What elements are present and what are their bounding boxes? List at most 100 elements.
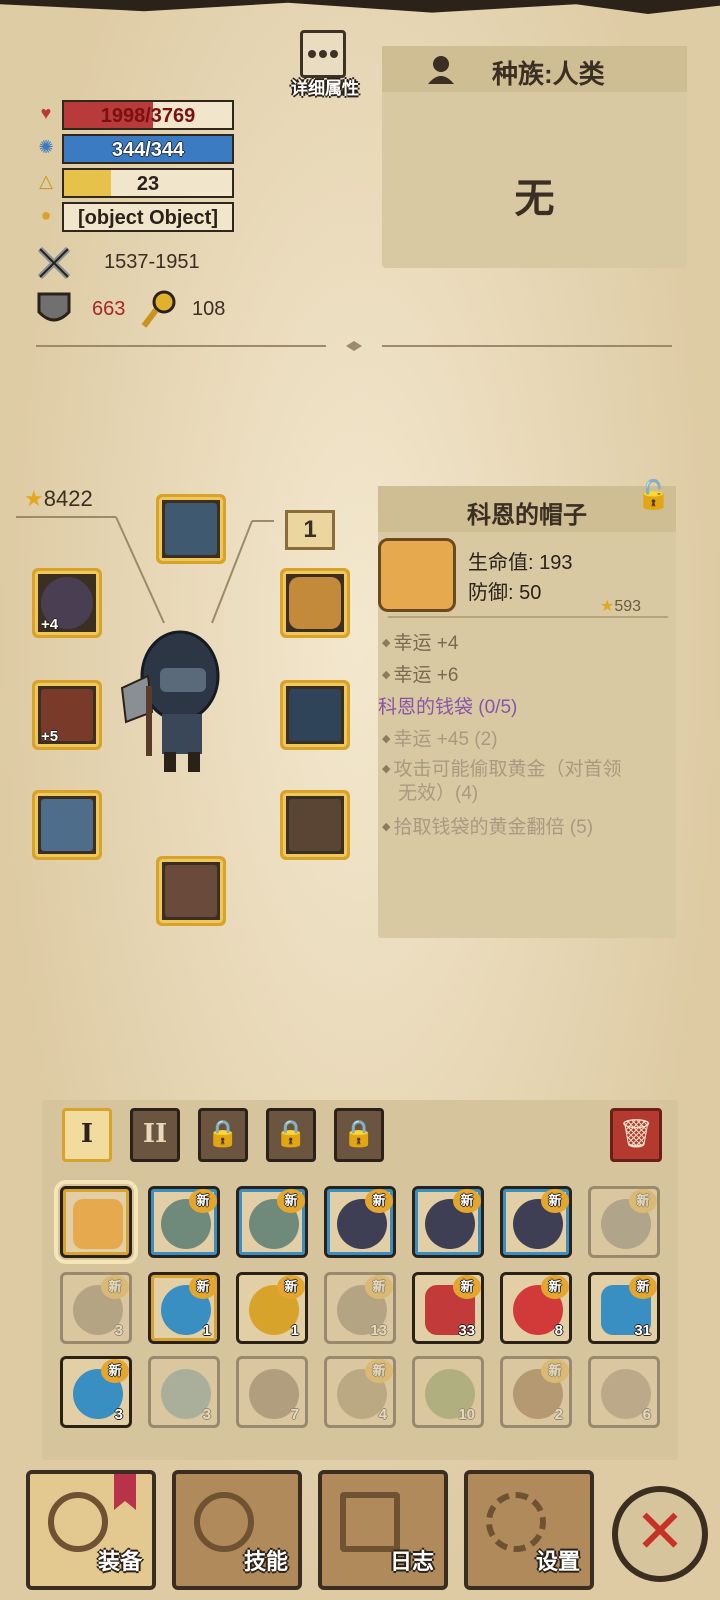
boots-slot[interactable] (156, 856, 226, 926)
item-separator (388, 616, 668, 618)
hp-stat: ♥ 1998/3769 (36, 100, 236, 130)
inventory-item[interactable]: 新 (500, 1186, 572, 1258)
item-count: 31 (634, 1322, 651, 1339)
item-defense: 防御: 50 (468, 582, 542, 604)
new-badge: 新 (453, 1189, 481, 1213)
inventory-item[interactable]: 新 1 (148, 1272, 220, 1344)
item-count: 8 (554, 1322, 563, 1339)
nav-log-label: 日志 (389, 1549, 434, 1574)
nav-settings[interactable]: 设置 (464, 1470, 594, 1590)
inventory-item[interactable]: 新 3 (60, 1272, 132, 1344)
inventory-item[interactable]: 新 33 (412, 1272, 484, 1344)
new-badge: 新 (365, 1189, 393, 1213)
trash-button[interactable]: 🗑 (610, 1108, 662, 1162)
inventory-item[interactable] (54, 1180, 138, 1264)
inventory-item[interactable]: 新 (412, 1186, 484, 1258)
item-count: 33 (458, 1322, 475, 1339)
inventory-item[interactable]: 10 (412, 1356, 484, 1428)
item-set-bonus: 攻击可能偷取黄金（对首领 (382, 754, 622, 781)
gold-box: [object Object] (62, 202, 234, 232)
new-badge: 新 (365, 1359, 393, 1383)
nav-skills-label: 技能 (243, 1549, 288, 1574)
nav-skills[interactable]: 技能 (172, 1470, 302, 1590)
mana-icon: ✺ (38, 137, 54, 157)
new-badge: 新 (541, 1359, 569, 1383)
cape-slot[interactable] (280, 680, 350, 750)
close-button[interactable]: ✕ (612, 1486, 708, 1582)
item-count: 1 (202, 1322, 211, 1339)
nav-log[interactable]: 日志 (318, 1470, 448, 1590)
mana-bar: 344/344 (62, 134, 234, 164)
glove-slot[interactable] (32, 790, 102, 860)
helmet-slot[interactable] (156, 494, 226, 564)
inventory-item[interactable]: 6 (588, 1356, 660, 1428)
skill-emblem-icon (194, 1492, 254, 1552)
nav-equipment[interactable]: 装备 (26, 1470, 156, 1590)
weapon-enhance-level: +5 (41, 728, 59, 745)
detail-attributes-button[interactable] (300, 30, 346, 78)
detail-attributes-label[interactable]: 详细属性 (270, 74, 380, 99)
item-count: 3 (202, 1406, 211, 1423)
new-badge: 新 (629, 1189, 657, 1213)
gold-coins-icon: ● (40, 205, 52, 225)
inventory-tab-2[interactable]: II (130, 1108, 180, 1162)
mana-stat: ✺ 344/344 (36, 134, 236, 164)
weapon-slot[interactable]: +5 (32, 680, 102, 750)
race-title: 种族:人类 (492, 59, 605, 89)
item-attr: 幸运 +4 (382, 628, 459, 655)
unlock-icon[interactable]: 🔓 (636, 478, 671, 511)
glove-icon (41, 799, 93, 851)
attack-stat: 1537-1951 (36, 245, 236, 281)
character-avatar[interactable] (118, 626, 238, 776)
close-icon: ✕ (634, 1498, 686, 1565)
inventory-tab-locked[interactable]: 🔒 (266, 1108, 316, 1162)
person-icon (428, 56, 454, 84)
inventory-tab-1[interactable]: I (62, 1108, 112, 1162)
level-bar: 23 (62, 168, 234, 198)
inventory-item[interactable]: 新 (324, 1186, 396, 1258)
trash-icon: 🗑 (618, 1118, 654, 1149)
item-score: ★593 (600, 596, 641, 616)
ring-slot[interactable]: +4 (32, 568, 102, 638)
inventory-item[interactable]: 3 (148, 1356, 220, 1428)
top-edge (0, 0, 720, 14)
inventory-item[interactable]: 新 8 (500, 1272, 572, 1344)
gold-stat: ● [object Object] (36, 202, 236, 232)
inventory-tab-locked[interactable]: 🔒 (334, 1108, 384, 1162)
inventory-item[interactable]: 新 (148, 1186, 220, 1258)
defense-stat: 663 108 (36, 290, 236, 330)
inventory-item[interactable]: 新 4 (324, 1356, 396, 1428)
belt-slot[interactable] (280, 790, 350, 860)
inventory-item[interactable]: 新 31 (588, 1272, 660, 1344)
item-set-name: 科恩的钱袋 (0/5) (378, 697, 518, 718)
new-badge: 新 (277, 1275, 305, 1299)
inventory-item[interactable]: 新 (236, 1186, 308, 1258)
boots-icon (165, 865, 217, 917)
race-panel: 种族:人类 无 (382, 46, 687, 268)
belt-icon (289, 799, 341, 851)
new-badge: 新 (101, 1359, 129, 1383)
inventory-item[interactable]: 新 (588, 1186, 660, 1258)
inventory-item[interactable]: 新 1 (236, 1272, 308, 1344)
item-count: 7 (290, 1406, 299, 1423)
hp-value: 1998/3769 (100, 105, 196, 127)
amulet-slot[interactable] (280, 568, 350, 638)
item-count: 6 (642, 1406, 651, 1423)
gold-value: [object Object] (77, 207, 218, 229)
item-title: 科恩的帽子 (467, 502, 587, 529)
level-stat: △ 23 (36, 168, 236, 198)
new-badge: 新 (277, 1189, 305, 1213)
inventory-tab-locked[interactable]: 🔒 (198, 1108, 248, 1162)
item-count: 4 (378, 1406, 387, 1423)
loadout-page-number[interactable]: 1 (285, 510, 335, 550)
inventory-item[interactable]: 新 3 (60, 1356, 132, 1428)
inventory-item[interactable]: 新 2 (500, 1356, 572, 1428)
new-badge: 新 (365, 1275, 393, 1299)
level-value: 23 (136, 173, 160, 195)
inventory-item[interactable]: 7 (236, 1356, 308, 1428)
item-count: 10 (458, 1406, 475, 1423)
item-set-bonus: 幸运 +45 (2) (382, 724, 498, 751)
item-hp: 生命值: 193 (468, 552, 573, 574)
inventory-item[interactable]: 新 13 (324, 1272, 396, 1344)
lock-icon: 🔒 (342, 1119, 376, 1149)
